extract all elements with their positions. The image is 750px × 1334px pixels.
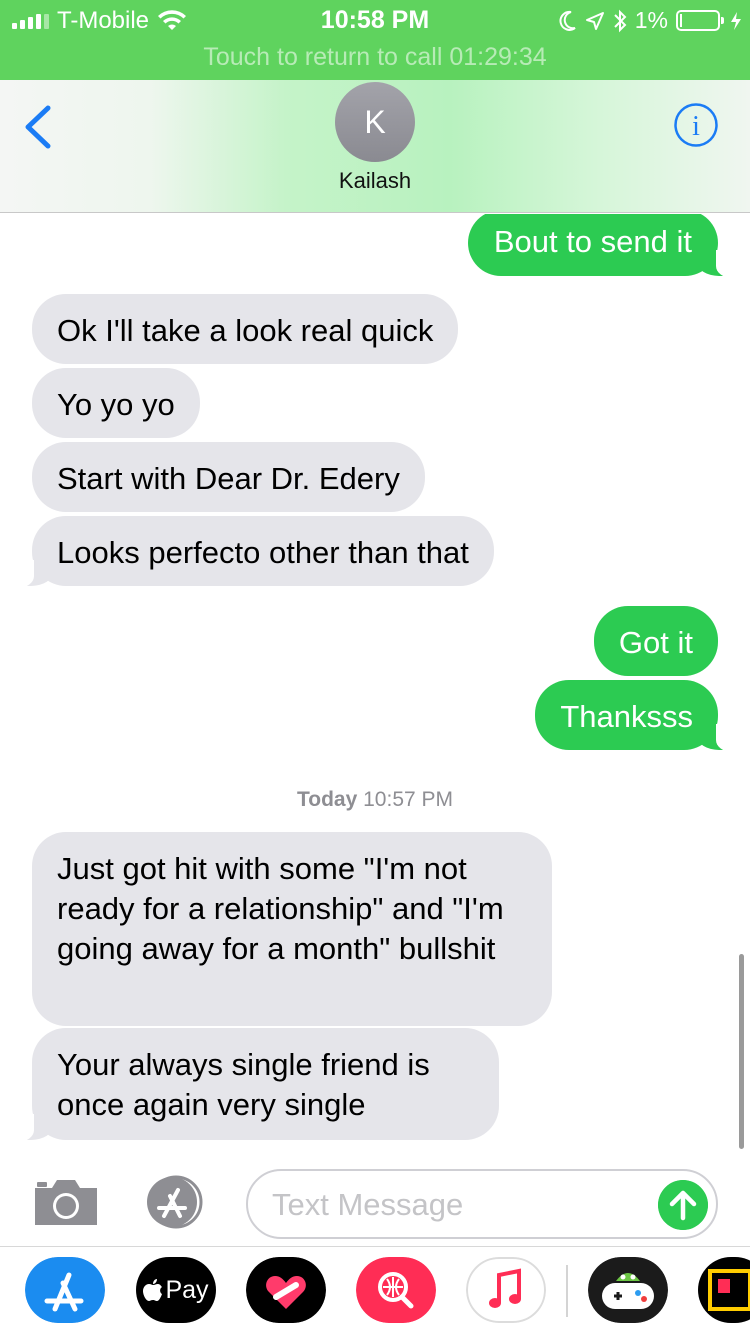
charging-icon (731, 11, 741, 30)
image-search-icon[interactable] (356, 1257, 436, 1323)
message-input[interactable] (272, 1183, 652, 1227)
game-controller-icon[interactable] (588, 1257, 668, 1323)
app-store-drawer-icon[interactable] (140, 1174, 212, 1230)
battery-icon (676, 10, 724, 31)
contact-avatar[interactable]: K (335, 82, 415, 162)
scroll-indicator[interactable] (739, 954, 744, 1149)
conversation-header: K Kailash i (0, 80, 750, 213)
message-timestamp: Today 10:57 PM (0, 788, 750, 812)
app-store-icon[interactable] (25, 1257, 105, 1323)
messages-screen: T-Mobile 10:58 PM 1% Touch to return to … (0, 0, 750, 1334)
back-chevron-icon[interactable] (20, 104, 56, 150)
status-icons: 1% (559, 7, 742, 34)
message-bubble-received[interactable]: Ok I'll take a look real quick (32, 294, 459, 364)
message-bubble-received[interactable]: Looks perfecto other than that (10, 516, 494, 588)
message-bubble-sent[interactable]: Bout to send it (467, 214, 741, 278)
info-icon[interactable]: i (673, 102, 719, 148)
svg-text:i: i (692, 111, 700, 142)
apple-pay-label: Pay (165, 1275, 209, 1304)
apple-logo-icon (143, 1279, 163, 1301)
status-bar[interactable]: T-Mobile 10:58 PM 1% Touch to return to … (0, 0, 750, 80)
do-not-disturb-icon (559, 10, 576, 31)
music-icon[interactable] (466, 1257, 546, 1323)
compose-bar (0, 1154, 750, 1246)
message-bubble-sent[interactable]: Thanksss (535, 680, 740, 752)
timestamp-day: Today (296, 788, 358, 811)
app-drawer: Pay (0, 1246, 750, 1334)
partial-app-icon[interactable] (698, 1257, 750, 1323)
message-bubble-received[interactable]: Start with Dear Dr. Edery (32, 442, 425, 512)
send-arrow-icon[interactable] (658, 1180, 708, 1230)
message-bubble-sent[interactable]: Got it (593, 606, 718, 676)
message-bubble-received[interactable]: Your always single friend is once again … (10, 1028, 499, 1142)
message-bubble-received[interactable]: Yo yo yo (32, 368, 200, 438)
camera-icon[interactable] (32, 1176, 100, 1228)
return-to-call-banner[interactable]: Touch to return to call 01:29:34 (0, 43, 750, 72)
message-thread[interactable]: Bout to send it Ok I'll take a look real… (0, 214, 750, 1154)
location-icon (585, 11, 604, 30)
message-bubble-received[interactable]: Just got hit with some "I'm not ready fo… (32, 832, 552, 1026)
battery-percent: 1% (634, 7, 668, 33)
bluetooth-icon (614, 9, 627, 32)
apple-pay-app[interactable]: Pay (136, 1257, 216, 1323)
message-field[interactable] (246, 1169, 718, 1239)
timestamp-time: 10:57 PM (363, 788, 454, 811)
drawer-divider (566, 1265, 568, 1317)
contact-name[interactable]: Kailash (0, 168, 750, 194)
digital-touch-icon[interactable] (246, 1257, 326, 1323)
